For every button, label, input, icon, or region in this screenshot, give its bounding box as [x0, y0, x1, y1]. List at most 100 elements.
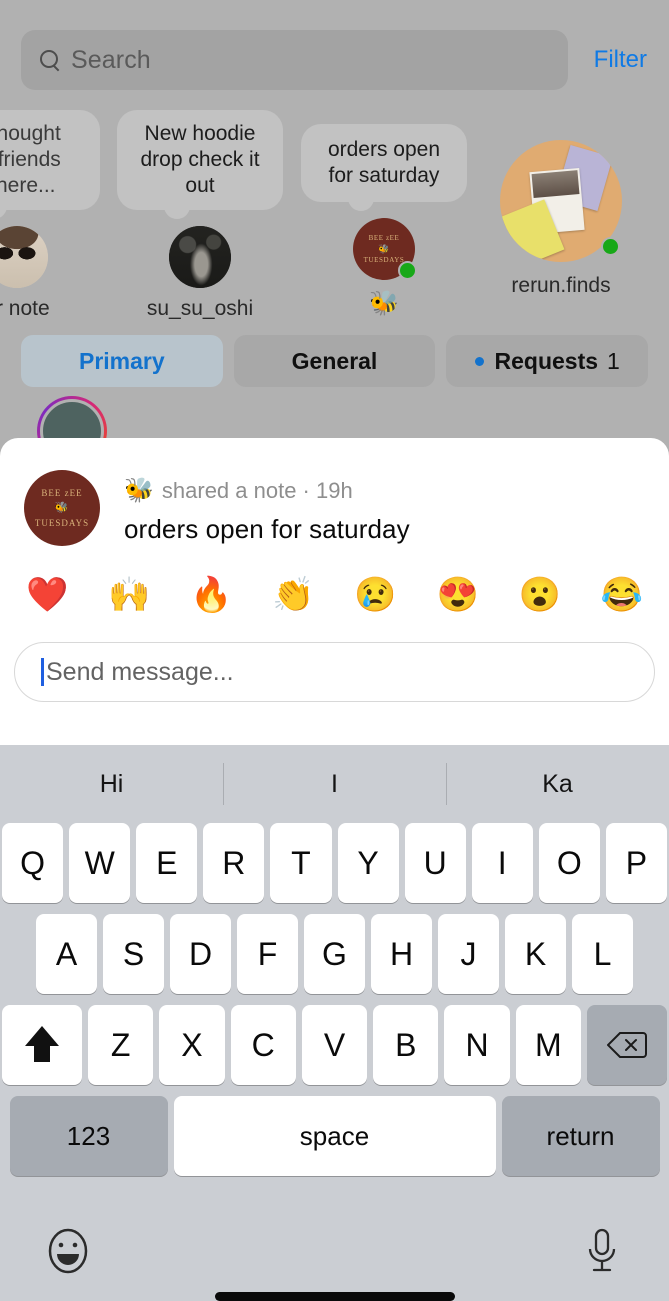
key-a[interactable]: A: [36, 914, 97, 994]
online-status-dot: [601, 237, 620, 256]
tab-primary[interactable]: Primary: [21, 335, 223, 387]
note-name: 🐝: [369, 290, 399, 317]
key-i[interactable]: I: [471, 823, 533, 903]
note-name: rerun.finds: [511, 274, 611, 297]
key-q[interactable]: Q: [2, 823, 64, 903]
keyboard-row-1: Q W E R T Y U I O P: [0, 823, 669, 903]
return-key[interactable]: return: [501, 1096, 660, 1176]
bee-zee-tuesdays-avatar[interactable]: BEE zEE 🐝 TUESDAYS: [353, 218, 417, 280]
notes-carousel[interactable]: a thought ur friends e here... ur note N…: [0, 110, 669, 320]
key-p[interactable]: P: [605, 823, 667, 903]
space-key[interactable]: space: [173, 1096, 496, 1176]
keyboard-row-2: A S D F G H J K L: [0, 914, 669, 994]
key-o[interactable]: O: [538, 823, 600, 903]
search-input[interactable]: Search: [21, 30, 568, 90]
on-screen-keyboard: Hi I Ka Q W E R T Y U I O P A S D F G H …: [0, 745, 669, 1301]
tab-requests[interactable]: Requests 1: [446, 335, 649, 387]
backspace-icon[interactable]: [586, 1005, 667, 1085]
search-placeholder: Search: [71, 45, 151, 74]
key-e[interactable]: E: [136, 823, 198, 903]
key-b[interactable]: B: [373, 1005, 439, 1085]
key-v[interactable]: V: [301, 1005, 368, 1085]
your-note-avatar[interactable]: [0, 226, 48, 288]
note-item-your-note[interactable]: a thought ur friends e here... ur note: [0, 110, 100, 321]
note-bubble[interactable]: orders open for saturday: [301, 124, 467, 202]
key-d[interactable]: D: [170, 914, 231, 994]
numeric-mode-key[interactable]: 123: [9, 1096, 168, 1176]
suggestion-1[interactable]: Hi: [0, 770, 223, 799]
online-status-dot: [398, 261, 417, 280]
su-su-oshi-avatar[interactable]: [169, 226, 231, 288]
key-x[interactable]: X: [159, 1005, 225, 1085]
unread-dot-icon: [474, 356, 484, 366]
quick-reaction-row: ❤️ 🙌 🔥 👏 😢 😍 😮 😂: [0, 546, 669, 612]
home-indicator: [214, 1292, 455, 1301]
keyboard-bottom-bar: [0, 1201, 669, 1301]
reaction-laughing-tears[interactable]: 😂: [601, 578, 643, 612]
keyboard-row-4: 123 space return: [0, 1096, 669, 1176]
key-r[interactable]: R: [203, 823, 265, 903]
note-author-avatar[interactable]: BEE zEE 🐝 TUESDAYS: [24, 470, 100, 546]
key-s[interactable]: S: [103, 914, 164, 994]
tab-label: Primary: [79, 347, 165, 374]
note-meta: 🐝 shared a note · 19h: [124, 476, 410, 505]
reaction-fire[interactable]: 🔥: [190, 578, 232, 612]
microphone-icon[interactable]: [585, 1227, 619, 1275]
send-message-placeholder: Send message...: [46, 657, 234, 686]
key-n[interactable]: N: [444, 1005, 510, 1085]
key-k[interactable]: K: [505, 914, 566, 994]
reaction-surprised[interactable]: 😮: [519, 578, 561, 612]
note-item-su-su-oshi[interactable]: New hoodie drop check it out su_su_oshi: [117, 110, 283, 321]
note-bubble[interactable]: a thought ur friends e here...: [0, 110, 100, 210]
key-h[interactable]: H: [371, 914, 432, 994]
note-meta-text: shared a note · 19h: [161, 477, 353, 503]
reaction-heart-eyes[interactable]: 😍: [436, 578, 478, 612]
reaction-crying[interactable]: 😢: [354, 578, 396, 612]
suggestion-3[interactable]: Ka: [446, 770, 669, 799]
filter-button[interactable]: Filter: [594, 46, 647, 74]
avatar-logo-line-3: TUESDAYS: [34, 517, 90, 528]
key-c[interactable]: C: [230, 1005, 296, 1085]
emoji-keyboard-icon[interactable]: [46, 1227, 90, 1275]
tab-label: Requests: [494, 347, 599, 374]
send-message-input[interactable]: Send message...: [14, 642, 655, 702]
reaction-raised-hands[interactable]: 🙌: [108, 578, 150, 612]
note-header: BEE zEE 🐝 TUESDAYS 🐝 shared a note · 19h…: [0, 438, 669, 546]
instagram-dm-note-reply-screen: Search Filter a thought ur friends e her…: [0, 0, 669, 1301]
reaction-heart[interactable]: ❤️: [26, 578, 68, 612]
key-f[interactable]: F: [237, 914, 298, 994]
note-bubble[interactable]: New hoodie drop check it out: [117, 110, 283, 210]
suggestion-2[interactable]: I: [223, 770, 446, 799]
note-name: su_su_oshi: [146, 297, 254, 320]
note-item-bee-zee-tuesdays[interactable]: orders open for saturday BEE zEE 🐝 TUESDAY…: [301, 110, 467, 318]
tab-label: General: [291, 347, 378, 374]
avatar-logo-line-2: 🐝: [54, 501, 70, 514]
search-row: Search Filter: [21, 30, 669, 90]
shift-icon[interactable]: [2, 1005, 83, 1085]
note-header-text: 🐝 shared a note · 19h orders open for sa…: [124, 470, 410, 545]
note-item-rerun-finds[interactable]: rerun.finds: [478, 110, 644, 298]
note-text: orders open for saturday: [124, 514, 410, 544]
key-t[interactable]: T: [270, 823, 332, 903]
inbox-tabs: Primary General Requests 1: [21, 335, 649, 387]
autocorrect-suggestion-bar: Hi I Ka: [0, 745, 669, 823]
note-name: ur note: [0, 297, 50, 320]
key-w[interactable]: W: [69, 823, 131, 903]
note-reply-sheet: BEE zEE 🐝 TUESDAYS 🐝 shared a note · 19h…: [0, 438, 669, 745]
search-icon: [39, 49, 61, 71]
key-m[interactable]: M: [515, 1005, 581, 1085]
reaction-clap[interactable]: 👏: [272, 578, 314, 612]
note-bubble-text: a thought ur friends e here...: [0, 122, 61, 197]
text-caret: [41, 658, 44, 686]
rerun-finds-avatar[interactable]: [500, 140, 622, 262]
tab-general[interactable]: General: [233, 335, 436, 387]
key-l[interactable]: L: [572, 914, 633, 994]
note-bubble-text: New hoodie drop check it out: [140, 122, 260, 197]
key-z[interactable]: Z: [88, 1005, 154, 1085]
key-g[interactable]: G: [304, 914, 365, 994]
key-u[interactable]: U: [404, 823, 466, 903]
requests-count: 1: [607, 347, 620, 374]
key-j[interactable]: J: [438, 914, 499, 994]
note-bubble-text: orders open for saturday: [327, 138, 441, 187]
key-y[interactable]: Y: [337, 823, 399, 903]
